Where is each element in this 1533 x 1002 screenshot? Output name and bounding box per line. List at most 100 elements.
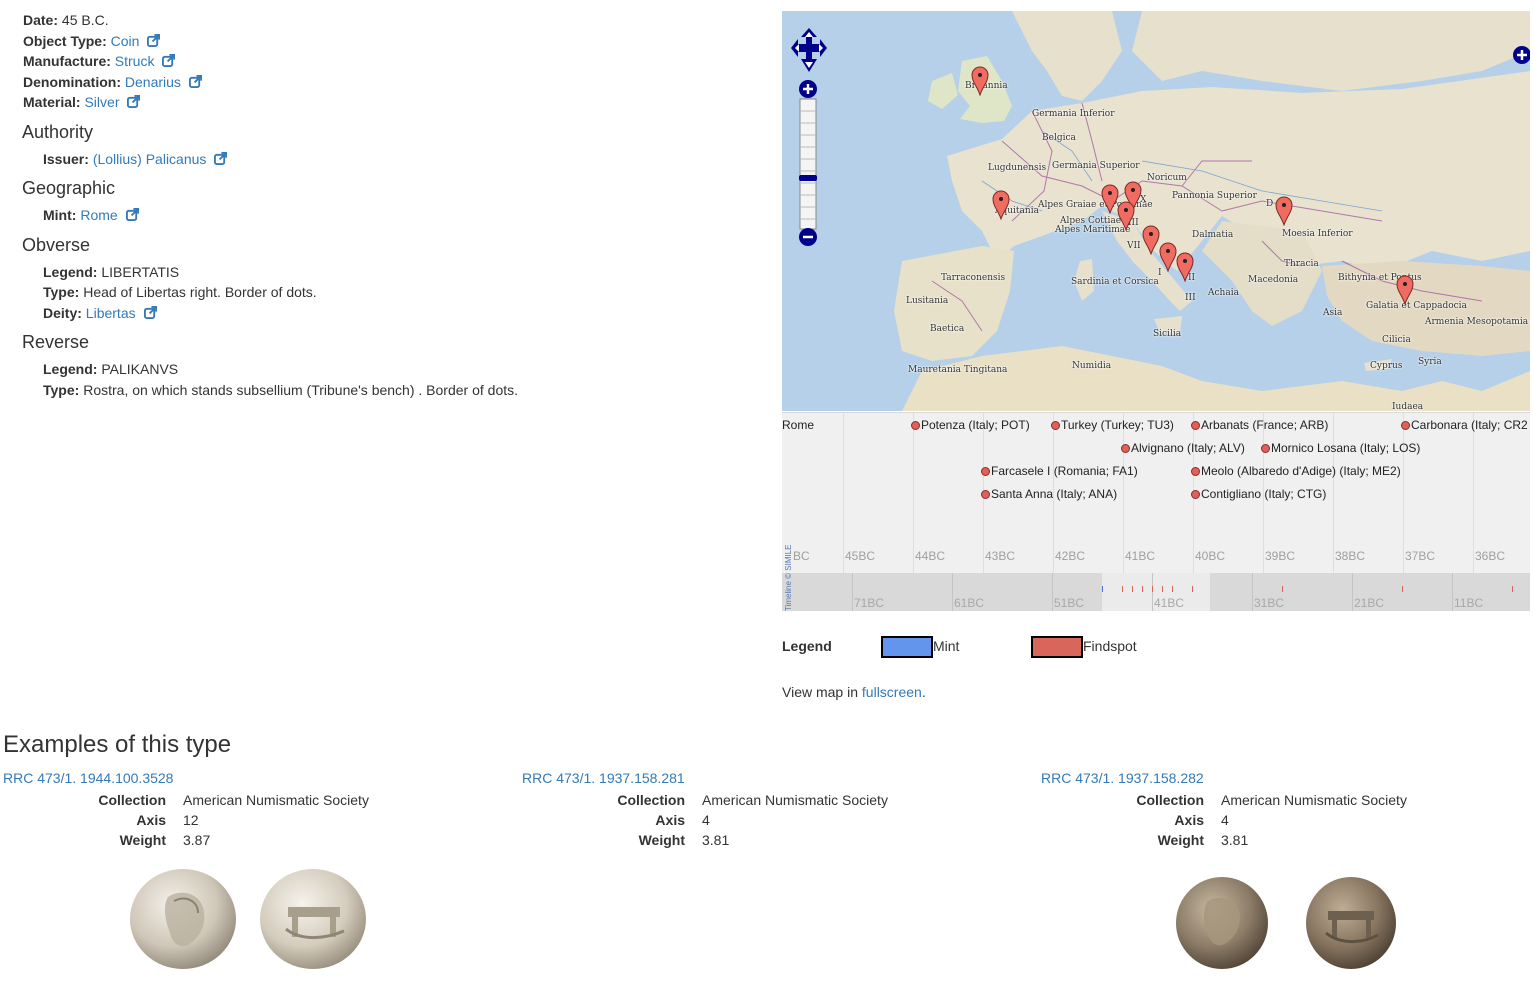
- findspot-map[interactable]: Britannia Germania Inferior Belgica Lugd…: [782, 11, 1530, 411]
- mint-row: Mint: Rome: [23, 205, 763, 226]
- timeline-event-label: Farcasele I (Romania; FA1): [991, 464, 1138, 478]
- timeline-findspot-tick: [1192, 586, 1193, 592]
- example-title-link[interactable]: RRC 473/1. 1937.158.282: [1041, 770, 1204, 786]
- findspot-dot-icon: [1191, 421, 1200, 430]
- example-details: Collection American Numismatic Society A…: [3, 790, 503, 850]
- obverse-legend-row: Legend: LIBERTATIS: [23, 262, 763, 283]
- deity-link[interactable]: Libertas: [86, 305, 136, 321]
- layer-switcher-icon[interactable]: [1510, 45, 1530, 65]
- timeline-event[interactable]: Farcasele I (Romania; FA1): [981, 463, 1138, 479]
- map-label: Galatia et Cappadocia: [1366, 301, 1467, 311]
- example-details: Collection American Numismatic Society A…: [1041, 790, 1533, 850]
- map-label: Cilicia: [1382, 335, 1411, 345]
- timeline-event-label: Carbonara (Italy; CR2: [1411, 418, 1528, 432]
- coin-obverse-image[interactable]: [128, 867, 238, 971]
- timeline-event[interactable]: Turkey (Turkey; TU3): [1051, 417, 1174, 433]
- external-link-icon[interactable]: [162, 54, 176, 67]
- timeline-credit[interactable]: Timeline © SIMILE: [784, 544, 793, 611]
- material-label: Material:: [23, 94, 81, 110]
- timeline-year-label: 42BC: [1055, 549, 1086, 563]
- timeline[interactable]: BC 45BC 44BC 43BC 42BC 41BC 40BC 39BC 38…: [782, 412, 1530, 611]
- example-title-link[interactable]: RRC 473/1. 1944.100.3528: [3, 770, 173, 786]
- timeline-event[interactable]: Contigliano (Italy; CTG): [1191, 486, 1326, 502]
- timeline-findspot-tick: [1152, 586, 1153, 592]
- findspot-marker[interactable]: [1275, 196, 1293, 226]
- denomination-link[interactable]: Denarius: [125, 74, 181, 90]
- coin-reverse-image[interactable]: [1304, 875, 1398, 971]
- timeline-event[interactable]: Santa Anna (Italy; ANA): [981, 486, 1117, 502]
- timeline-event-mint[interactable]: Rome: [782, 417, 814, 433]
- external-link-icon[interactable]: [147, 33, 161, 47]
- findspot-marker[interactable]: [1142, 225, 1160, 255]
- geographic-heading: Geographic: [22, 178, 116, 198]
- findspot-swatch: [1031, 636, 1083, 658]
- example-title-link[interactable]: RRC 473/1. 1937.158.281: [522, 770, 685, 786]
- example-card: RRC 473/1. 1944.100.3528 Collection Amer…: [3, 770, 503, 969]
- weight-value: 3.81: [1221, 832, 1249, 848]
- manufacture-label: Manufacture:: [23, 53, 111, 69]
- timeline-event[interactable]: Alvignano (Italy; ALV): [1121, 440, 1245, 456]
- timeline-event[interactable]: Potenza (Italy; POT): [911, 417, 1030, 433]
- timeline-year-label: 37BC: [1405, 549, 1436, 563]
- map-label: VII: [1127, 241, 1141, 251]
- timeline-event[interactable]: Carbonara (Italy; CR2: [1401, 417, 1528, 433]
- timeline-event[interactable]: Arbanats (France; ARB): [1191, 417, 1328, 433]
- timeline-overview-label: 51BC: [1054, 596, 1085, 610]
- external-link-icon[interactable]: [214, 151, 228, 165]
- findspot-marker[interactable]: [1176, 252, 1194, 282]
- findspot-dot-icon: [981, 467, 990, 476]
- timeline-event-label: Santa Anna (Italy; ANA): [991, 487, 1118, 501]
- map-label: Lusitania: [906, 296, 949, 306]
- external-link-icon[interactable]: [143, 305, 157, 319]
- timeline-event-label: Contigliano (Italy; CTG): [1201, 487, 1327, 501]
- findspot-marker[interactable]: [1396, 275, 1414, 305]
- timeline-event-label: Potenza (Italy; POT): [921, 418, 1030, 432]
- object-type-link[interactable]: Coin: [111, 33, 140, 49]
- timeline-event-label: Turkey (Turkey; TU3): [1061, 418, 1174, 432]
- issuer-link[interactable]: (Lollius) Palicanus: [93, 151, 207, 167]
- deity-label: Deity:: [43, 304, 82, 321]
- timeline-event[interactable]: Meolo (Albaredo d'Adige) (Italy; ME2): [1191, 463, 1401, 479]
- weight-label: Weight: [119, 832, 166, 848]
- timeline-event-label: Mornico Losana (Italy; LOS): [1271, 441, 1421, 455]
- material-link[interactable]: Silver: [84, 94, 119, 110]
- example-details: Collection American Numismatic Society A…: [522, 790, 1022, 850]
- coin-obverse-image[interactable]: [1174, 875, 1270, 971]
- collection-row: Collection American Numismatic Society: [3, 790, 503, 810]
- collection-link[interactable]: American Numismatic Society: [183, 790, 369, 810]
- findspot-legend-text: Findspot: [1083, 638, 1137, 654]
- manufacture-link[interactable]: Struck: [115, 53, 155, 69]
- timeline-findspot-tick: [1172, 586, 1173, 592]
- timeline-findspot-tick: [1402, 586, 1403, 592]
- weight-row: Weight 3.87: [3, 830, 503, 850]
- fullscreen-link[interactable]: fullscreen: [862, 684, 922, 700]
- collection-link[interactable]: American Numismatic Society: [702, 790, 888, 810]
- findspot-marker[interactable]: [992, 190, 1010, 220]
- timeline-overview-band[interactable]: 71BC 61BC 51BC 41BC 31BC 21BC 11BC: [782, 573, 1530, 611]
- mint-link[interactable]: Rome: [80, 207, 117, 223]
- map-label: Mauretania Tingitana: [908, 365, 1008, 375]
- findspot-marker[interactable]: [1159, 242, 1177, 272]
- external-link-icon[interactable]: [188, 74, 202, 88]
- collection-link[interactable]: American Numismatic Society: [1221, 790, 1407, 810]
- findspot-marker[interactable]: [1117, 201, 1135, 231]
- findspot-dot-icon: [1051, 421, 1060, 430]
- mint-swatch: [881, 636, 933, 658]
- example-card: RRC 473/1. 1937.158.281 Collection Ameri…: [522, 770, 1022, 850]
- findspot-marker[interactable]: [971, 66, 989, 96]
- map-label: Tarraconensis: [941, 273, 1006, 283]
- findspot-dot-icon: [911, 421, 920, 430]
- reverse-type-value: Rostra, on which stands subsellium (Trib…: [83, 381, 519, 398]
- example-card: RRC 473/1. 1937.158.282 Collection Ameri…: [1041, 770, 1533, 969]
- external-link-icon[interactable]: [125, 208, 139, 221]
- collection-label: Collection: [98, 792, 166, 808]
- zoom-control[interactable]: [798, 79, 818, 249]
- timeline-event[interactable]: Mornico Losana (Italy; LOS): [1261, 440, 1420, 456]
- timeline-year-label: BC: [793, 549, 810, 563]
- coin-reverse-image[interactable]: [258, 867, 368, 971]
- timeline-gridline: [1152, 573, 1153, 611]
- external-link-icon[interactable]: [127, 95, 141, 108]
- pan-control[interactable]: [790, 27, 828, 73]
- timeline-overview-label: 31BC: [1254, 596, 1285, 610]
- map-label: Germania Superior: [1052, 161, 1140, 171]
